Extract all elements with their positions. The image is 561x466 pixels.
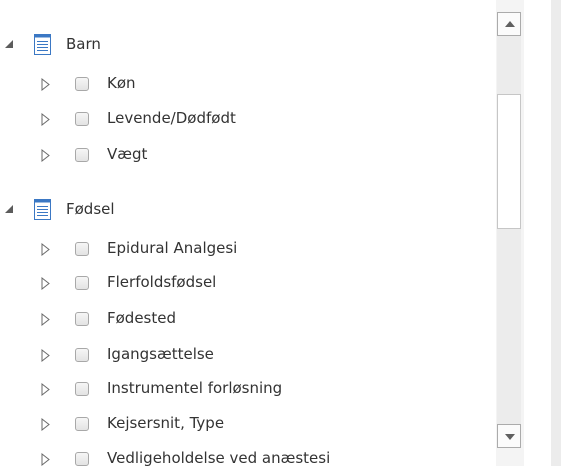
- tree-item-kejsersnit-type[interactable]: Kejsersnit, Type: [0, 409, 480, 437]
- scroll-down-button[interactable]: [497, 424, 521, 448]
- item-checkbox[interactable]: [75, 112, 89, 126]
- tree-item-instrumentel-forlosning[interactable]: Instrumentel forløsning: [0, 374, 480, 402]
- item-checkbox[interactable]: [75, 417, 89, 431]
- tree-group-label: Barn: [66, 35, 101, 53]
- expand-triangle-icon[interactable]: [41, 451, 50, 466]
- tree-item-label: Vedligeholdelse ved anæstesi: [107, 449, 331, 466]
- expand-triangle-icon[interactable]: [41, 111, 50, 130]
- item-checkbox[interactable]: [75, 148, 89, 162]
- field-list-panel: Barn Køn Levende/Dødfødt Vægt Fødsel Epi…: [0, 0, 561, 466]
- item-checkbox[interactable]: [75, 312, 89, 326]
- tree-item-label: Fødested: [107, 309, 177, 327]
- tree-item-label: Køn: [107, 74, 136, 92]
- tree-item-label: Igangsættelse: [107, 345, 214, 363]
- tree-item-igangsaettelse[interactable]: Igangsættelse: [0, 340, 480, 368]
- tree-group-fodsel[interactable]: Fødsel: [0, 196, 480, 222]
- document-list-icon: [34, 199, 51, 224]
- tree-item-label: Epidural Analgesi: [107, 239, 238, 257]
- field-tree: Barn Køn Levende/Dødfødt Vægt Fødsel Epi…: [0, 0, 496, 466]
- tree-item-levende-dodfodt[interactable]: Levende/Dødfødt: [0, 104, 480, 132]
- tree-item-fodested[interactable]: Fødested: [0, 304, 480, 332]
- collapse-triangle-icon[interactable]: [5, 40, 13, 48]
- collapse-triangle-icon[interactable]: [5, 205, 13, 213]
- item-checkbox[interactable]: [75, 276, 89, 290]
- tree-item-vedligeholdelse[interactable]: Vedligeholdelse ved anæstesi: [0, 444, 480, 466]
- item-checkbox[interactable]: [75, 77, 89, 91]
- expand-triangle-icon[interactable]: [41, 347, 50, 366]
- tree-item-epidural-analgesi[interactable]: Epidural Analgesi: [0, 234, 480, 262]
- tree-item-label: Levende/Dødfødt: [107, 109, 236, 127]
- item-checkbox[interactable]: [75, 382, 89, 396]
- document-list-icon: [34, 34, 51, 59]
- expand-triangle-icon[interactable]: [41, 311, 50, 330]
- expand-triangle-icon[interactable]: [41, 275, 50, 294]
- tree-item-vaegt[interactable]: Vægt: [0, 140, 480, 168]
- tree-group-label: Fødsel: [66, 200, 115, 218]
- expand-triangle-icon[interactable]: [41, 241, 50, 260]
- arrow-down-icon: [505, 434, 515, 440]
- tree-group-barn[interactable]: Barn: [0, 31, 480, 57]
- tree-item-label: Vægt: [107, 145, 148, 163]
- item-checkbox[interactable]: [75, 452, 89, 466]
- arrow-up-icon: [505, 21, 515, 27]
- tree-item-label: Instrumentel forløsning: [107, 379, 283, 397]
- tree-item-label: Kejsersnit, Type: [107, 414, 225, 432]
- tree-item-kon[interactable]: Køn: [0, 69, 480, 97]
- expand-triangle-icon[interactable]: [41, 416, 50, 435]
- adjacent-panel-edge: [551, 0, 561, 466]
- item-checkbox[interactable]: [75, 348, 89, 362]
- vertical-scrollbar[interactable]: [496, 0, 524, 466]
- expand-triangle-icon[interactable]: [41, 147, 50, 166]
- expand-triangle-icon[interactable]: [41, 76, 50, 95]
- scroll-up-button[interactable]: [497, 12, 521, 36]
- scrollbar-thumb[interactable]: [497, 94, 521, 229]
- item-checkbox[interactable]: [75, 242, 89, 256]
- tree-item-label: Flerfoldsfødsel: [107, 273, 217, 291]
- expand-triangle-icon[interactable]: [41, 381, 50, 400]
- tree-item-flerfoldsfodsel[interactable]: Flerfoldsfødsel: [0, 268, 480, 296]
